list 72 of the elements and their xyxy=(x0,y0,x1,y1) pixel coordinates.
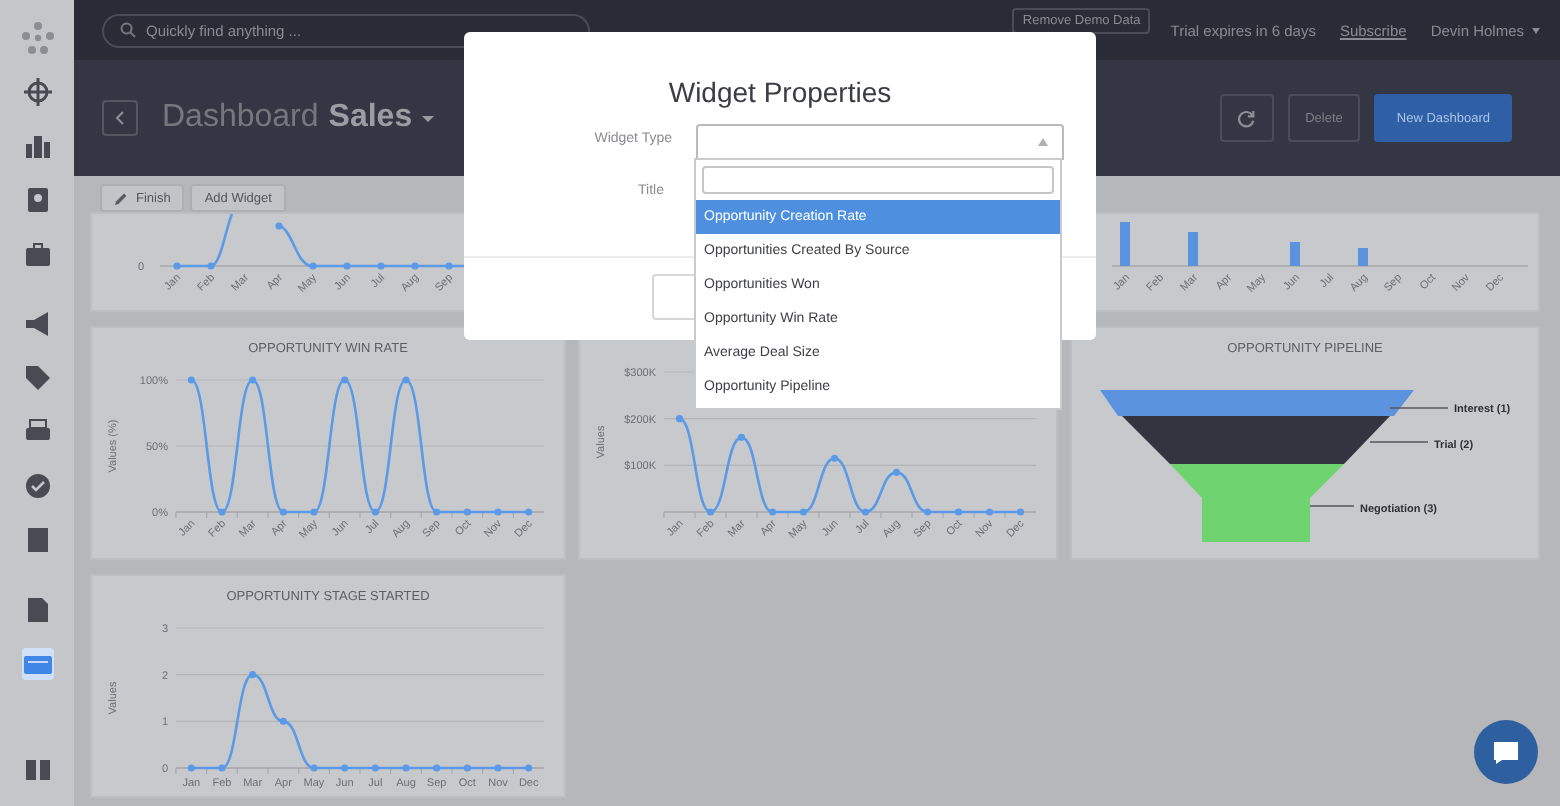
data-point xyxy=(445,262,453,270)
data-point xyxy=(411,262,419,270)
dropdown-search-field[interactable] xyxy=(702,166,1054,194)
dashboard-dropdown[interactable]: Sales xyxy=(328,100,435,136)
data-point xyxy=(275,222,283,230)
chat-button[interactable] xyxy=(1474,720,1538,784)
sidebar-item[interactable] xyxy=(21,648,53,680)
sidebar-item[interactable] xyxy=(21,238,53,270)
search-icon xyxy=(120,22,136,38)
data-point xyxy=(207,262,215,270)
data-point xyxy=(861,508,870,516)
data-point xyxy=(954,508,963,516)
data-point xyxy=(187,764,195,772)
data-point xyxy=(187,376,195,384)
data-point xyxy=(737,433,746,441)
leader-line xyxy=(1309,505,1355,507)
data-point xyxy=(343,262,351,270)
data-point xyxy=(402,376,410,384)
data-point xyxy=(371,764,379,772)
chart-bar xyxy=(1188,232,1198,266)
sidebar-item[interactable] xyxy=(21,362,53,394)
data-point xyxy=(525,764,533,772)
data-point xyxy=(218,508,226,516)
data-point xyxy=(310,764,318,772)
data-point xyxy=(463,764,471,772)
page-title: Dashboard xyxy=(162,100,319,136)
data-point xyxy=(402,764,410,772)
sidebar-item[interactable] xyxy=(21,470,53,502)
data-point xyxy=(279,717,287,725)
pencil-icon xyxy=(114,191,128,205)
caret-icon xyxy=(1038,138,1048,146)
data-point xyxy=(1016,508,1025,516)
data-point xyxy=(433,508,441,516)
chart-bar xyxy=(1120,222,1130,266)
data-point xyxy=(173,262,181,270)
data-point xyxy=(799,508,808,516)
back-button[interactable] xyxy=(102,100,138,136)
data-point xyxy=(494,764,502,772)
refresh-button[interactable] xyxy=(1219,94,1274,142)
data-point xyxy=(463,508,471,516)
chat-icon xyxy=(1492,739,1520,765)
data-point xyxy=(341,376,349,384)
modal-title: Widget Properties xyxy=(666,76,894,108)
data-point xyxy=(218,764,226,772)
data-point xyxy=(341,764,349,772)
data-point xyxy=(525,508,533,516)
data-point xyxy=(371,508,379,516)
chevron-left-icon xyxy=(114,110,126,126)
sidebar-item[interactable] xyxy=(21,308,53,340)
chart-bar xyxy=(1290,242,1300,266)
data-point xyxy=(892,468,901,476)
data-point xyxy=(706,508,715,516)
data-point xyxy=(279,508,287,516)
sidebar-item[interactable] xyxy=(21,76,53,108)
data-point xyxy=(433,764,441,772)
data-point xyxy=(249,671,257,679)
sidebar-item[interactable] xyxy=(21,754,53,786)
data-point xyxy=(830,454,839,462)
data-point xyxy=(923,508,932,516)
data-point xyxy=(310,508,318,516)
leader-line xyxy=(1389,407,1449,409)
data-point xyxy=(675,415,684,423)
data-point xyxy=(985,508,994,516)
data-point xyxy=(768,508,777,516)
data-point xyxy=(309,262,317,270)
chart-bar xyxy=(1358,248,1368,266)
data-point xyxy=(377,262,385,270)
sidebar-item[interactable] xyxy=(21,130,53,162)
data-point xyxy=(249,376,257,384)
data-point xyxy=(494,508,502,516)
refresh-icon xyxy=(1237,109,1256,127)
leader-line xyxy=(1369,441,1429,443)
